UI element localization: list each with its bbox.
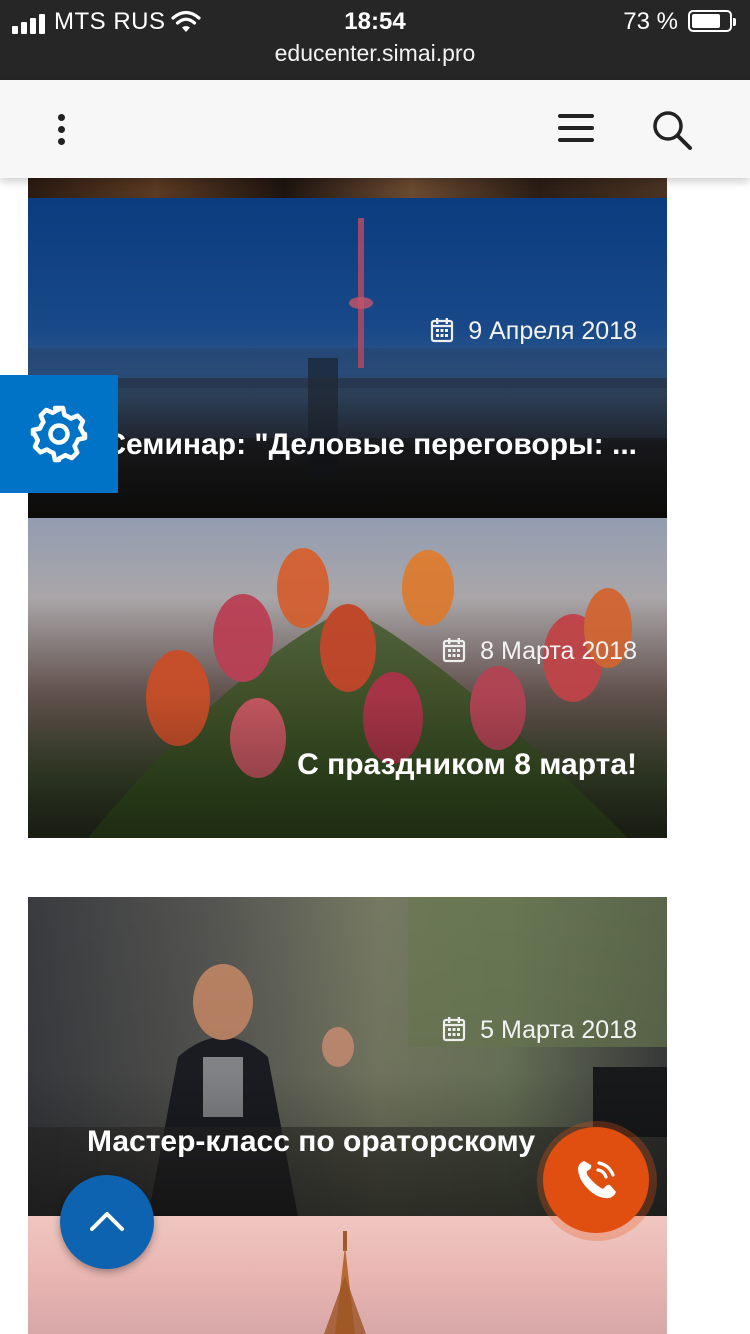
search-icon[interactable] bbox=[650, 108, 694, 152]
calendar-icon bbox=[431, 318, 454, 343]
phone-call-icon bbox=[578, 1161, 616, 1199]
url-bar[interactable]: educenter.simai.pro bbox=[0, 40, 750, 67]
call-button[interactable] bbox=[543, 1127, 649, 1233]
news-card[interactable]: 8 Марта 2018 С праздником 8 марта! bbox=[28, 518, 667, 838]
settings-button[interactable] bbox=[0, 375, 118, 493]
calendar-icon bbox=[443, 638, 466, 663]
calendar-icon bbox=[443, 1017, 466, 1042]
kebab-menu-icon[interactable] bbox=[48, 110, 76, 150]
card-date-text: 9 Апреля 2018 bbox=[468, 317, 637, 345]
card-title[interactable]: Семинар: "Деловые переговоры: ... bbox=[104, 428, 637, 462]
card-title[interactable]: Мастер-класс по ораторскому bbox=[87, 1125, 535, 1159]
status-bar: MTS RUS 18:54 73 % educenter.simai.pro bbox=[0, 0, 750, 80]
card-title[interactable]: С праздником 8 марта! bbox=[297, 748, 637, 782]
card-date: 8 Марта 2018 bbox=[442, 637, 637, 666]
scroll-to-top-button[interactable] bbox=[60, 1175, 154, 1269]
card-date-text: 8 Марта 2018 bbox=[480, 637, 637, 665]
previous-card-edge bbox=[28, 178, 667, 198]
card-date: 9 Апреля 2018 bbox=[430, 317, 637, 346]
battery-icon bbox=[688, 10, 736, 32]
hamburger-menu-icon[interactable] bbox=[558, 112, 594, 144]
news-card[interactable]: 9 Апреля 2018 Семинар: "Деловые перегово… bbox=[28, 198, 667, 518]
card-date-text: 5 Марта 2018 bbox=[480, 1016, 637, 1044]
card-date: 5 Марта 2018 bbox=[442, 1016, 637, 1045]
battery-percent: 73 % bbox=[623, 8, 678, 35]
gear-icon bbox=[30, 405, 88, 463]
chevron-up-icon bbox=[90, 1212, 124, 1231]
site-header bbox=[0, 80, 750, 178]
